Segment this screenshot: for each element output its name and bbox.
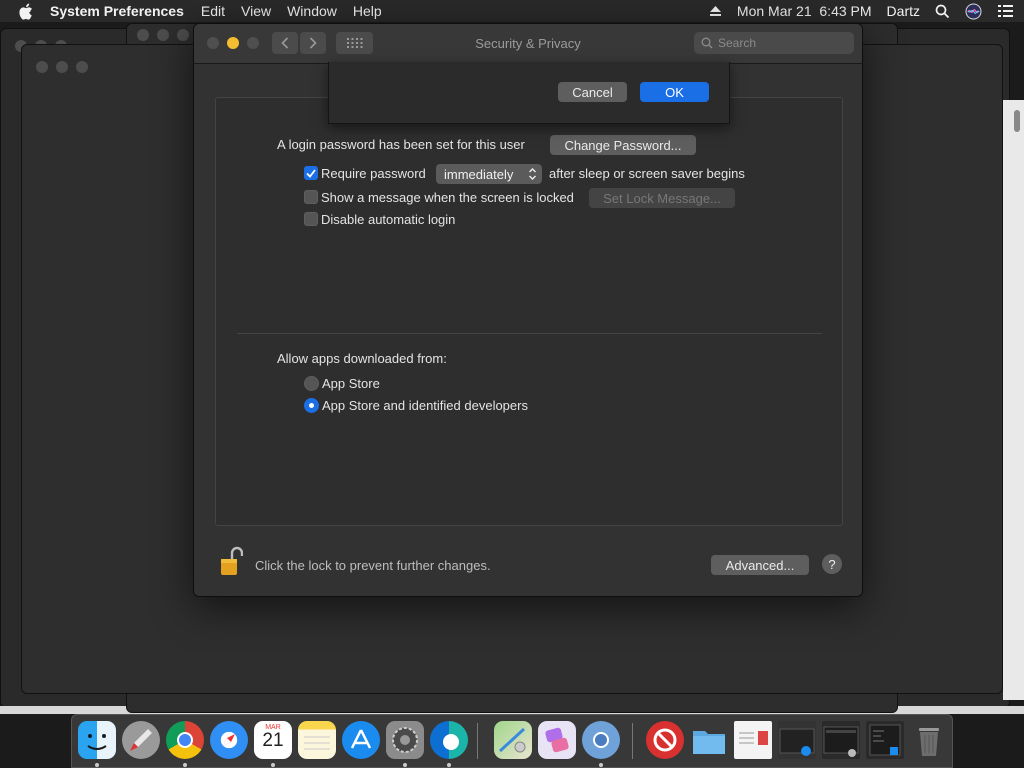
background-window-right-edge [1003,100,1024,700]
app-store-identified-label: App Store and identified developers [322,398,528,413]
calendar-running-dot [271,763,275,767]
window-preview-icon-3[interactable] [866,721,904,759]
menu-app-name[interactable]: System Preferences [50,3,184,19]
app-store-identified-radio[interactable] [304,398,319,413]
section-divider [237,333,822,334]
finder-running-dot [95,763,99,767]
notes-icon[interactable] [298,721,336,759]
disable-auto-login-label: Disable automatic login [321,212,456,227]
require-password-delay-popup[interactable]: immediately [436,164,542,184]
checkmark-icon [306,168,316,178]
siri-icon[interactable] [965,3,982,20]
show-message-checkbox[interactable] [304,190,318,204]
general-panel: A login password has been set for this u… [215,97,843,526]
trash-icon[interactable] [910,721,948,759]
window-preview-icon-2[interactable] [822,721,860,759]
shortcuts-icon[interactable] [538,721,576,759]
app-store-icon[interactable] [342,721,380,759]
chromium-running-dot [599,763,603,767]
app-store-label: App Store [322,376,380,391]
edge-running-dot [447,763,451,767]
lock-icon[interactable] [219,545,244,577]
menu-edit[interactable]: Edit [201,3,225,19]
set-lock-message-button: Set Lock Message... [589,188,735,208]
spotlight-icon[interactable] [935,4,950,19]
disable-auto-login-checkbox[interactable] [304,212,318,226]
security-privacy-window: Security & Privacy A login password has … [193,23,863,597]
calendar-day: 21 [262,730,284,751]
window-preview-icon[interactable] [778,721,816,759]
document-preview-icon[interactable] [734,721,772,759]
menu-user[interactable]: Dartz [887,3,920,19]
chrome-running-dot [183,763,187,767]
lock-text: Click the lock to prevent further change… [255,558,491,573]
search-input[interactable] [718,36,838,50]
system-preferences-icon[interactable] [386,721,424,759]
search-field[interactable] [694,32,854,54]
edge-icon[interactable] [430,721,468,759]
require-password-label: Require password [321,166,426,181]
advanced-button[interactable]: Advanced... [711,555,809,575]
apple-icon[interactable] [18,2,36,20]
dock: MAR 21 [71,714,953,768]
control-center-icon[interactable] [997,4,1014,18]
maps-icon[interactable] [494,721,532,759]
downloads-folder-icon[interactable] [690,721,728,759]
finder-icon[interactable] [78,721,116,759]
cancel-button[interactable]: Cancel [558,82,627,102]
require-password-delay-value: immediately [444,166,514,182]
allow-apps-heading: Allow apps downloaded from: [277,351,447,366]
menu-help[interactable]: Help [353,3,382,19]
chromium-icon[interactable] [582,721,620,759]
help-button[interactable]: ? [822,554,842,574]
menu-bar: System Preferences Edit View Window Help… [0,0,1024,22]
authentication-sheet: Cancel OK [328,62,730,124]
scrollbar-thumb[interactable] [1014,110,1020,132]
app-store-radio[interactable] [304,376,319,391]
require-password-checkbox[interactable] [304,166,318,180]
menu-clock[interactable]: Mon Mar 21 6:43 PM [737,3,872,19]
calendar-icon[interactable]: MAR 21 [254,721,292,759]
menu-view[interactable]: View [241,3,271,19]
system-preferences-running-dot [403,763,407,767]
dock-separator-2 [632,723,633,759]
safari-icon[interactable] [210,721,248,759]
dock-separator [477,723,478,759]
password-set-text: A login password has been set for this u… [277,137,525,152]
search-icon [701,37,713,49]
after-sleep-text: after sleep or screen saver begins [549,166,745,181]
chrome-icon[interactable] [166,721,204,759]
updown-chevron-icon [529,168,536,180]
menu-window[interactable]: Window [287,3,337,19]
show-message-label: Show a message when the screen is locked [321,190,574,205]
change-password-button[interactable]: Change Password... [550,135,696,155]
title-bar: Security & Privacy [194,24,862,64]
ok-button[interactable]: OK [640,82,709,102]
no-entry-icon[interactable] [646,721,684,759]
launchpad-icon[interactable] [122,721,160,759]
eject-icon[interactable] [709,5,722,17]
